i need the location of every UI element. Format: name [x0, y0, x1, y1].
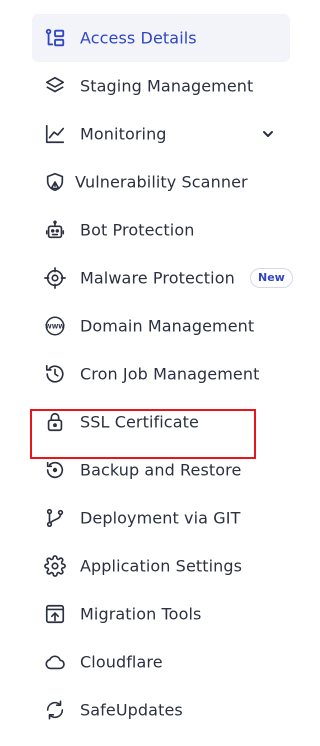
- sidebar-item-domain-management[interactable]: WWW Domain Management: [32, 302, 290, 350]
- sidebar-item-application-settings[interactable]: Application Settings: [32, 542, 290, 590]
- chevron-down-icon[interactable]: [260, 126, 276, 142]
- sidebar-item-label: Migration Tools: [80, 604, 202, 624]
- access-details-icon: [44, 27, 66, 49]
- gear-icon: [44, 555, 66, 577]
- cloud-icon: [44, 651, 66, 673]
- sidebar-item-label: Application Settings: [80, 556, 243, 576]
- upload-box-icon: [44, 603, 66, 625]
- restore-icon: [44, 459, 66, 481]
- new-badge: New: [250, 268, 293, 288]
- sidebar-item-label: SSL Certificate: [80, 412, 199, 432]
- sidebar-item-label: Backup and Restore: [80, 460, 242, 480]
- sidebar-item-label: Domain Management: [80, 316, 255, 336]
- chart-line-icon: [44, 123, 66, 145]
- sidebar-item-label: Malware Protection: [80, 268, 235, 288]
- www-globe-icon: WWW: [44, 315, 66, 337]
- sidebar-item-safeupdates[interactable]: SafeUpdates: [32, 686, 290, 734]
- sidebar-item-label: Cloudflare: [80, 652, 163, 672]
- sidebar-item-label: Vulnerability Scanner: [75, 172, 248, 192]
- shield-warning-icon: [44, 171, 66, 193]
- sidebar-item-label: Monitoring: [80, 124, 167, 144]
- refresh-icon: [44, 699, 66, 721]
- sidebar-item-label: Deployment via GIT: [80, 508, 241, 528]
- sidebar-item-cron-job-management[interactable]: Cron Job Management: [32, 350, 290, 398]
- sidebar-item-bot-protection[interactable]: Bot Protection: [32, 206, 290, 254]
- history-icon: [44, 363, 66, 385]
- svg-text:WWW: WWW: [45, 323, 65, 330]
- sidebar-item-label: Bot Protection: [80, 220, 195, 240]
- crosshair-icon: [44, 267, 66, 289]
- lock-icon: [44, 411, 66, 433]
- sidebar-item-label: Staging Management: [80, 76, 254, 96]
- sidebar-item-access-details[interactable]: Access Details: [32, 14, 290, 62]
- sidebar-item-ssl-certificate[interactable]: SSL Certificate: [32, 398, 290, 446]
- sidebar-item-vulnerability-scanner[interactable]: Vulnerability Scanner: [32, 158, 290, 206]
- sidebar-item-malware-protection[interactable]: Malware Protection New: [32, 254, 293, 302]
- sidebar-item-monitoring[interactable]: Monitoring: [32, 110, 290, 158]
- sidebar-item-backup-and-restore[interactable]: Backup and Restore: [32, 446, 290, 494]
- sidebar-item-label: Cron Job Management: [80, 364, 260, 384]
- sidebar-item-label: Access Details: [80, 28, 197, 48]
- git-branch-icon: [44, 507, 66, 529]
- sidebar-item-cloudflare[interactable]: Cloudflare: [32, 638, 290, 686]
- robot-icon: [44, 219, 66, 241]
- sidebar-nav: Access Details Staging Management Monito…: [32, 14, 293, 734]
- layers-icon: [44, 75, 66, 97]
- sidebar-item-deployment-via-git[interactable]: Deployment via GIT: [32, 494, 290, 542]
- sidebar-item-migration-tools[interactable]: Migration Tools: [32, 590, 290, 638]
- sidebar-item-label: SafeUpdates: [80, 700, 183, 720]
- sidebar-item-staging-management[interactable]: Staging Management: [32, 62, 290, 110]
